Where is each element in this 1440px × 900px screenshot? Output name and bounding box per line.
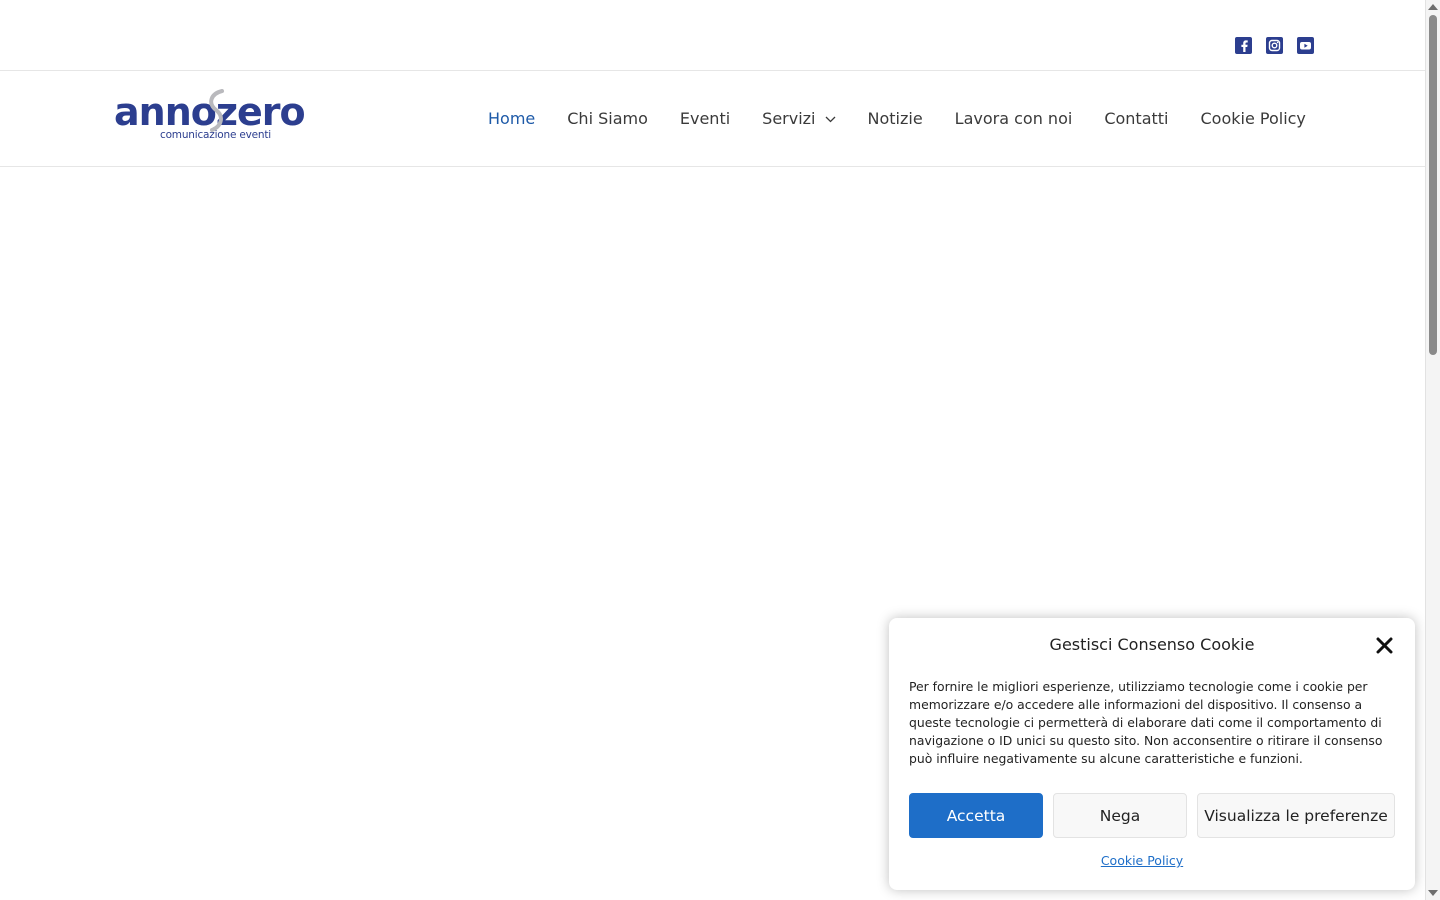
nav-item-notizie[interactable]: Notizie [852,71,939,167]
nav-item-chi-siamo[interactable]: Chi Siamo [551,71,664,167]
cookie-policy-link[interactable]: Cookie Policy [889,853,1395,868]
scroll-down-arrow-icon[interactable] [1428,890,1438,896]
logo-swoosh-icon [209,89,224,132]
close-icon[interactable] [1376,637,1393,654]
chevron-down-icon [825,116,836,123]
nav-item-label: Contatti [1104,109,1169,128]
nav-item-cookie-policy[interactable]: Cookie Policy [1184,71,1321,167]
deny-button[interactable]: Nega [1053,793,1187,838]
scrollbar-thumb[interactable] [1429,15,1437,355]
nav-item-home[interactable]: Home [472,71,551,167]
nav-item-label: Chi Siamo [567,109,648,128]
social-links [1235,37,1314,54]
cookie-dialog-title: Gestisci Consenso Cookie [1049,635,1255,654]
instagram-icon[interactable] [1266,37,1283,54]
main-nav: Home Chi Siamo Eventi Servizi Notizie La… [472,71,1322,167]
nav-item-label: Notizie [867,109,923,128]
accept-button[interactable]: Accetta [909,793,1043,838]
nav-item-contatti[interactable]: Contatti [1088,71,1184,167]
nav-item-label: Lavora con noi [954,109,1073,128]
page: annozero comunicazione eventi Home Chi S… [0,0,1425,900]
facebook-icon[interactable] [1235,37,1252,54]
nav-item-servizi[interactable]: Servizi [746,71,851,167]
site-header: annozero comunicazione eventi Home Chi S… [0,71,1425,167]
nav-item-eventi[interactable]: Eventi [664,71,746,167]
site-logo[interactable]: annozero comunicazione eventi [114,88,314,148]
nav-item-label: Eventi [679,109,731,128]
nav-item-label: Home [488,109,536,128]
nav-item-lavora-con-noi[interactable]: Lavora con noi [939,71,1089,167]
nav-item-label: Servizi [762,109,816,128]
scroll-up-arrow-icon[interactable] [1428,4,1438,10]
vertical-scrollbar[interactable] [1425,0,1440,900]
top-bar [0,0,1425,71]
cookie-consent-dialog: Gestisci Consenso Cookie Per fornire le … [889,618,1415,890]
youtube-icon[interactable] [1297,37,1314,54]
nav-item-label: Cookie Policy [1200,109,1306,128]
logo-tagline: comunicazione eventi [160,129,271,141]
view-preferences-button[interactable]: Visualizza le preferenze [1197,793,1395,838]
cookie-dialog-message: Per fornire le migliori esperienze, util… [909,679,1383,766]
